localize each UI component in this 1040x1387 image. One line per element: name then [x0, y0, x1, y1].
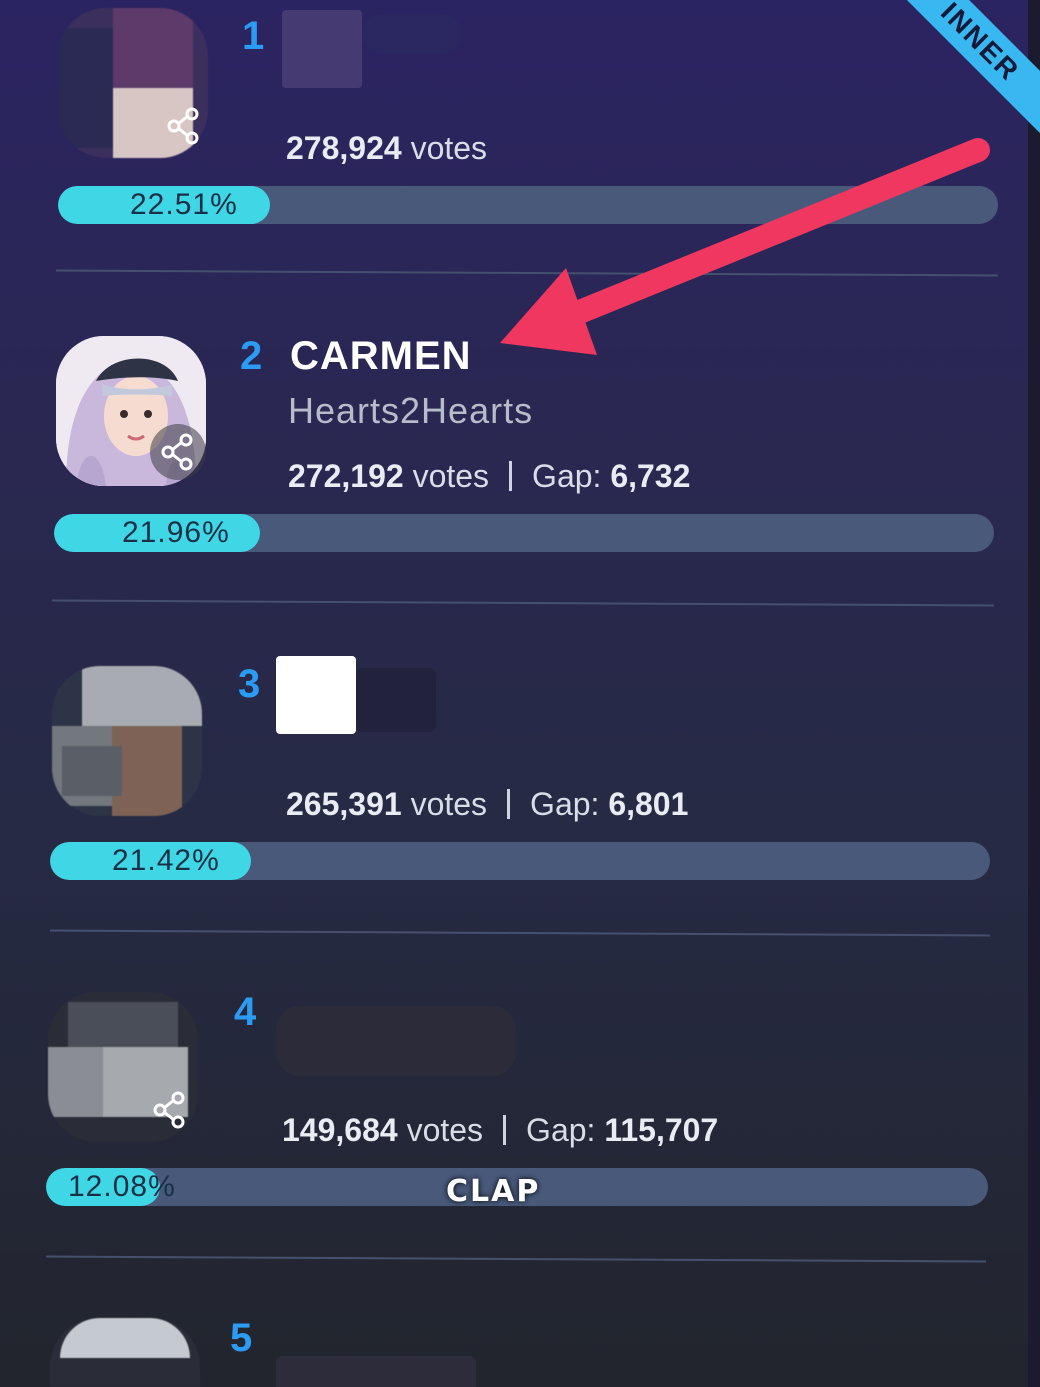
arrow-annotation — [500, 138, 990, 355]
